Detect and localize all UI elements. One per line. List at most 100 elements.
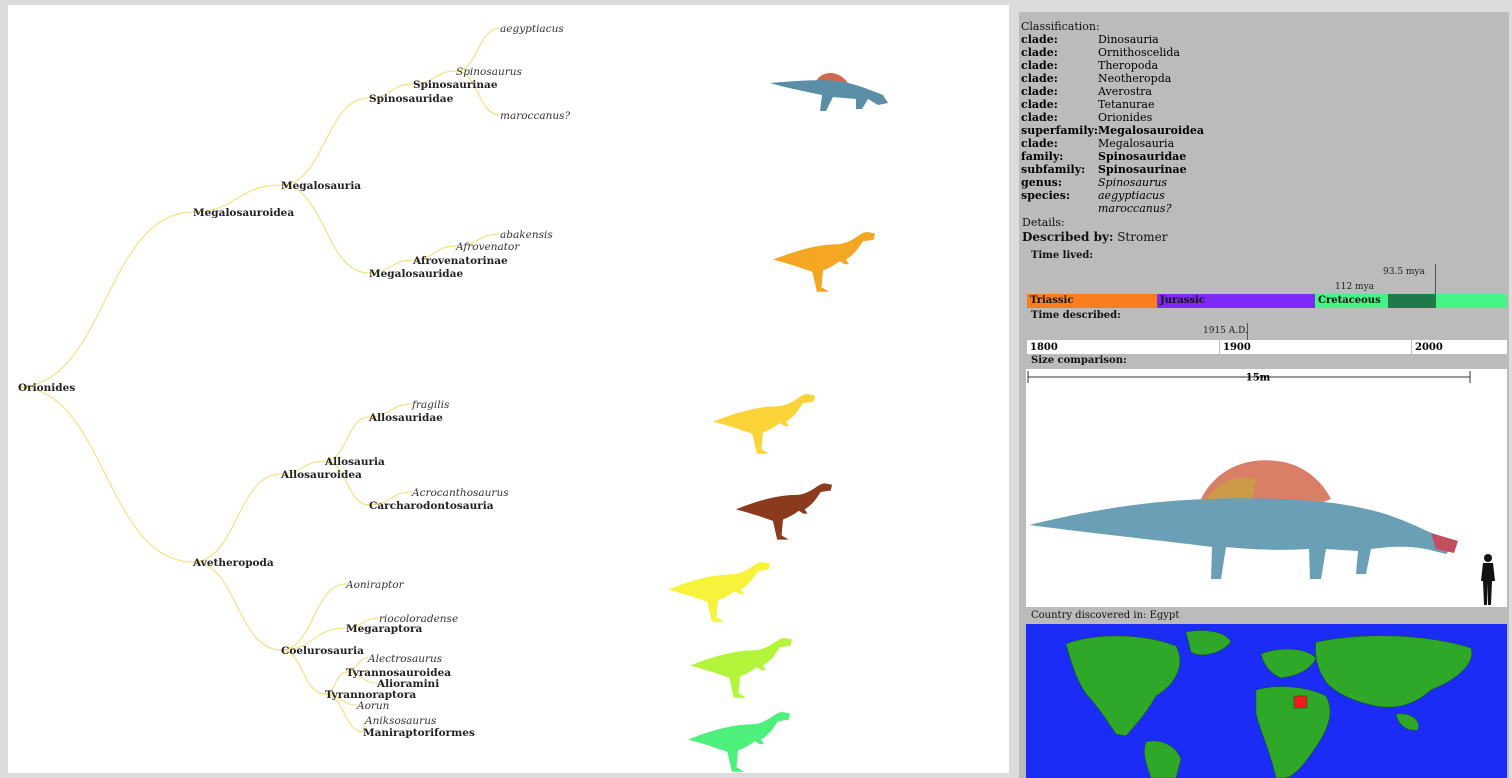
- classification-rank: genus:: [1021, 176, 1062, 189]
- world-map: [1026, 624, 1507, 778]
- classification-rank: clade:: [1021, 72, 1058, 85]
- tree-node-allosauria[interactable]: Allosauria: [324, 456, 385, 468]
- classification-rank: clade:: [1021, 46, 1058, 59]
- tree-node-aorun[interactable]: Aorun: [356, 700, 390, 712]
- period-jurassic: Jurassic: [1157, 294, 1315, 308]
- described-year-marker: [1247, 323, 1248, 340]
- period-triassic: Triassic: [1027, 294, 1157, 308]
- southeast-asia-shape: [1395, 713, 1419, 731]
- tree-link: [324, 416, 370, 462]
- tree-node-megalosauridae[interactable]: Megalosauridae: [369, 268, 463, 280]
- phylogenetic-tree-panel: Orionides Megalosauroidea Megalosauria Spin…: [8, 5, 1009, 773]
- africa-shape: [1255, 686, 1331, 778]
- tree-node-allosauroidea[interactable]: Allosauroidea: [280, 469, 362, 481]
- tree-node-alectrosaurus[interactable]: Alectrosaurus: [367, 653, 443, 665]
- tree-node-riocoloradense[interactable]: riocoloradense: [379, 613, 458, 625]
- tree-node-spinosaurinae[interactable]: Spinosaurinae: [413, 79, 498, 91]
- tree-node-spinosaurus[interactable]: Spinosaurus: [456, 66, 523, 78]
- classification-rank: family:: [1021, 150, 1064, 163]
- country-heading: Country discovered in: Egypt: [1031, 610, 1180, 621]
- spinosaurus-silhouette[interactable]: [770, 80, 888, 111]
- aoniraptor-silhouette[interactable]: [668, 562, 771, 622]
- tree-node-acrocanthosaurus[interactable]: Acrocanthosaurus: [411, 487, 509, 499]
- classification-value: Megalosauroidea: [1098, 124, 1204, 137]
- tree-link: [17, 211, 194, 388]
- spinosaurus-size-silhouette: [1029, 460, 1458, 579]
- tree-node-abakensis[interactable]: abakensis: [500, 229, 553, 241]
- tree-node-fragilis[interactable]: fragilis: [411, 399, 450, 411]
- human-scale-silhouette: [1481, 554, 1495, 605]
- described-year-label: 1915 A.D.: [1203, 326, 1248, 336]
- afrovenator-silhouette[interactable]: [773, 232, 876, 292]
- tree-link: [192, 473, 282, 563]
- classification-value: Spinosaurus: [1098, 176, 1168, 189]
- year-1900: 1900: [1220, 340, 1411, 354]
- classification-rank: superfamily:: [1021, 124, 1098, 137]
- classification-value: Tetanurae: [1098, 98, 1155, 111]
- info-panel: Classification: clade: Dinosauria clade: Or…: [1019, 12, 1509, 778]
- tree-node-afrovenatorinae[interactable]: Afrovenatorinae: [412, 255, 508, 267]
- time-described-heading: Time described:: [1031, 310, 1121, 321]
- tree-link: [280, 583, 347, 651]
- classification-rank: species:: [1021, 189, 1071, 202]
- tree-node-root[interactable]: Orionides: [18, 382, 75, 394]
- classification-value: Spinosauridae: [1098, 150, 1187, 163]
- lived-end-marker: [1435, 264, 1436, 294]
- lived-start-label: 112 mya: [1335, 282, 1375, 292]
- egypt-highlight: [1293, 695, 1308, 709]
- details-heading: Details:: [1022, 216, 1065, 229]
- tree-node-megalosauria[interactable]: Megalosauria: [281, 180, 361, 192]
- tree-node-avetheropoda[interactable]: Avetheropoda: [192, 557, 274, 569]
- north-america-shape: [1065, 635, 1181, 737]
- maniraptoriform-silhouette[interactable]: [688, 712, 791, 772]
- classification-rank: clade:: [1021, 59, 1058, 72]
- size-comparison-box: 15m: [1026, 369, 1507, 607]
- tree-node-allosauridae[interactable]: Allosauridae: [368, 412, 443, 424]
- tree-link: [192, 561, 282, 651]
- scale-label: 15m: [1246, 372, 1271, 383]
- classification-rank: clade:: [1021, 85, 1058, 98]
- tree-node-aoniraptor[interactable]: Aoniraptor: [345, 579, 405, 591]
- classification-value: aegyptiacus: [1098, 189, 1165, 202]
- classification-rank: clade:: [1021, 98, 1058, 111]
- tree-node-maroccanus[interactable]: maroccanus?: [500, 110, 570, 122]
- asia-shape: [1315, 635, 1473, 708]
- tree-node-spinosauridae[interactable]: Spinosauridae: [369, 93, 454, 105]
- tyrannosauroid-silhouette[interactable]: [690, 638, 793, 698]
- tree-node-afrovenator[interactable]: Afrovenator: [455, 241, 520, 253]
- lived-range-bar: [1388, 294, 1436, 308]
- classification-rank: clade:: [1021, 137, 1058, 150]
- tree-node-megalosauroidea[interactable]: Megalosauroidea: [193, 207, 294, 219]
- europe-shape: [1260, 648, 1317, 679]
- tree-link: [455, 27, 501, 72]
- size-comparison-figure: 15m: [1027, 371, 1495, 605]
- classification-value: maroccanus?: [1098, 202, 1172, 215]
- year-1800: 1800: [1027, 340, 1219, 354]
- world-map-figure: [1065, 630, 1473, 778]
- tree-node-maniraptoriformes[interactable]: Maniraptoriformes: [363, 727, 475, 739]
- described-by-label: Described by:: [1022, 230, 1114, 244]
- tree-node-aniksosaurus[interactable]: Aniksosaurus: [364, 715, 437, 727]
- tree-link: [280, 97, 370, 186]
- described-by-value: Stromer: [1117, 230, 1168, 244]
- lived-end-label: 93.5 mya: [1383, 267, 1425, 277]
- tree-node-alioramini[interactable]: Alioramini: [376, 678, 439, 690]
- classification-value: Neotheropda: [1098, 72, 1172, 85]
- classification-value: Megalosauria: [1098, 137, 1175, 150]
- phylogenetic-tree: Orionides Megalosauroidea Megalosauria Spin…: [17, 23, 888, 772]
- classification-value: Spinosaurinae: [1098, 163, 1187, 176]
- classification-value: Dinosauria: [1098, 33, 1159, 46]
- acrocanthosaurus-silhouette[interactable]: [736, 483, 833, 540]
- tree-node-aegyptiacus[interactable]: aegyptiacus: [500, 23, 564, 35]
- classification-rank: clade:: [1021, 33, 1058, 46]
- classification-value: Theropoda: [1098, 59, 1159, 72]
- year-2000: 2000: [1412, 340, 1507, 354]
- classification-heading: Classification:: [1021, 20, 1100, 33]
- tree-node-coelurosauria[interactable]: Coelurosauria: [281, 645, 364, 657]
- described-by: Described by: Stromer: [1022, 230, 1167, 244]
- tree-node-carcharodontosauria[interactable]: Carcharodontosauria: [369, 500, 494, 512]
- allosaurus-silhouette[interactable]: [713, 394, 816, 454]
- classification-rank: subfamily:: [1021, 163, 1086, 176]
- classification-value: Orionides: [1098, 111, 1153, 124]
- south-america-shape: [1144, 740, 1182, 778]
